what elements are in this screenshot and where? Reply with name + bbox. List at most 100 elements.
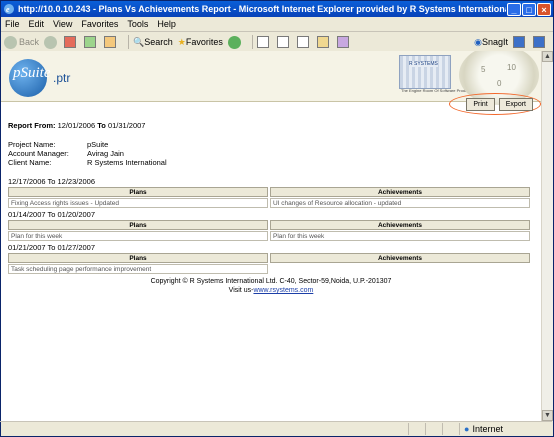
home-button[interactable] [104,36,119,48]
plans-header: Plans [8,187,268,197]
status-bar: ● Internet [0,421,552,436]
media-icon [227,35,241,49]
print-button[interactable]: Print [466,98,495,111]
snagit-icon: ◉ [474,36,482,47]
edit-button[interactable] [296,36,312,48]
week-table: Plans Achievements Fixing Access rights … [6,186,532,209]
discuss-button[interactable] [316,36,332,48]
week-range: 01/14/2007 To 01/20/2007 [8,210,96,219]
stop-button[interactable] [64,36,79,48]
menu-tools[interactable]: Tools [127,19,148,29]
to-date: 01/31/2007 [107,121,146,130]
forward-arrow-icon [44,35,58,49]
document-icon [296,36,309,48]
close-button[interactable]: × [537,2,551,16]
favorites-button[interactable]: ★ Favorites [178,37,223,48]
window-title: http://10.0.10.243 - Plans Vs Achievemen… [18,4,506,14]
folder-icon [316,36,329,48]
report-body: Report From: 12/01/2006 To 01/31/2007 Pr… [8,121,534,295]
achievements-header: Achievements [270,220,530,230]
search-icon: 🔍 [133,36,145,47]
stop-icon [64,36,77,48]
back-button[interactable]: Back [4,35,39,49]
r-systems-name: R SYSTEMS [409,61,438,67]
page-footer: Copyright © R Systems International Ltd.… [8,277,534,295]
menu-favorites[interactable]: Favorites [81,19,118,29]
copyright-text: Copyright © R Systems International Ltd.… [150,278,392,285]
security-zone: ● Internet [459,423,552,435]
week-table: Plans Achievements Plan for this week Pl… [6,219,532,242]
achievements-header: Achievements [270,187,530,197]
report-actions: Print Export [462,98,533,111]
clock-number: 5 [481,65,486,74]
home-icon [104,36,117,48]
report-range: Report From: 12/01/2006 To 01/31/2007 [8,121,146,130]
status-cell [425,423,442,435]
globe-icon: ● [464,424,470,434]
toolbar: Back 🔍 Search ★ Favorites ◉ SnagIt [1,32,553,53]
week-range: 01/21/2007 To 01/27/2007 [8,243,96,252]
snagit-window-button[interactable] [513,36,528,48]
info-account-manager: Account Manager: Avirag Jain [8,149,124,158]
title-bar: e http://10.0.10.243 - Plans Vs Achievem… [1,1,553,17]
mail-button[interactable] [256,36,272,48]
vertical-scrollbar[interactable]: ▲ ▼ [541,51,553,421]
ie-icon: e [4,4,14,14]
page-content: pSuite .ptr R SYSTEMS The Engine Room Of… [1,51,541,421]
week-table: Plans Achievements Task scheduling page … [6,252,532,275]
scroll-down-button[interactable]: ▼ [542,410,553,421]
clock-number: 0 [497,79,502,88]
media-button[interactable] [227,35,243,49]
menu-edit[interactable]: Edit [29,19,45,29]
menu-view[interactable]: View [53,19,72,29]
print-toolbar-button[interactable] [276,36,292,48]
messenger-button[interactable] [336,36,352,48]
svg-text:e: e [6,5,10,14]
minimize-button[interactable]: _ [507,2,521,16]
visit-line: Visit us-www.rsystems.com [228,287,314,294]
plans-header: Plans [8,220,268,230]
toolbar-separator [251,35,253,49]
from-date: 12/01/2006 [57,121,96,130]
website-link[interactable]: www.rsystems.com [253,287,313,294]
window-icon [513,36,525,48]
mail-icon [256,36,269,48]
snagit-menu-button[interactable] [533,36,548,48]
star-icon: ★ [177,36,186,47]
forward-button[interactable] [44,35,59,49]
achievement-cell: UI changes of Resource allocation - upda… [270,198,530,208]
table-row: Fixing Access rights issues - Updated UI… [8,198,530,208]
snagit-button[interactable]: ◉ SnagIt [474,37,508,48]
plan-cell: Fixing Access rights issues - Updated [8,198,268,208]
back-arrow-icon [4,35,17,49]
toolbar-separator [128,35,130,49]
achievement-cell: Plan for this week [270,231,530,241]
menu-file[interactable]: File [5,19,20,29]
logo-suffix: .ptr [53,71,71,85]
menu-help[interactable]: Help [157,19,176,29]
printer-icon [276,36,289,48]
logo-text: pSuite [13,65,51,81]
scroll-up-button[interactable]: ▲ [542,51,553,62]
plan-cell: Plan for this week [8,231,268,241]
table-row: Task scheduling page performance improve… [8,264,530,274]
maximize-button[interactable]: □ [522,2,536,16]
info-client: Client Name: R Systems International [8,158,167,167]
refresh-button[interactable] [84,36,99,48]
status-cell [442,423,459,435]
refresh-icon [84,36,97,48]
achievements-header: Achievements [270,253,530,263]
search-button[interactable]: 🔍 Search [133,37,173,48]
r-systems-tagline: The Engine Room Of Software Products [401,88,473,93]
people-icon [336,36,349,48]
status-cell [408,423,425,435]
export-button[interactable]: Export [498,98,533,111]
plan-cell: Task scheduling page performance improve… [8,264,268,274]
info-project: Project Name: pSuite [8,140,109,149]
table-row: Plan for this week Plan for this week [8,231,530,241]
menu-bar: File Edit View Favorites Tools Help [1,17,553,32]
plans-header: Plans [8,253,268,263]
week-range: 12/17/2006 To 12/23/2006 [8,177,96,186]
clock-number: 10 [507,63,516,72]
page-header: pSuite .ptr R SYSTEMS The Engine Room Of… [1,51,541,105]
